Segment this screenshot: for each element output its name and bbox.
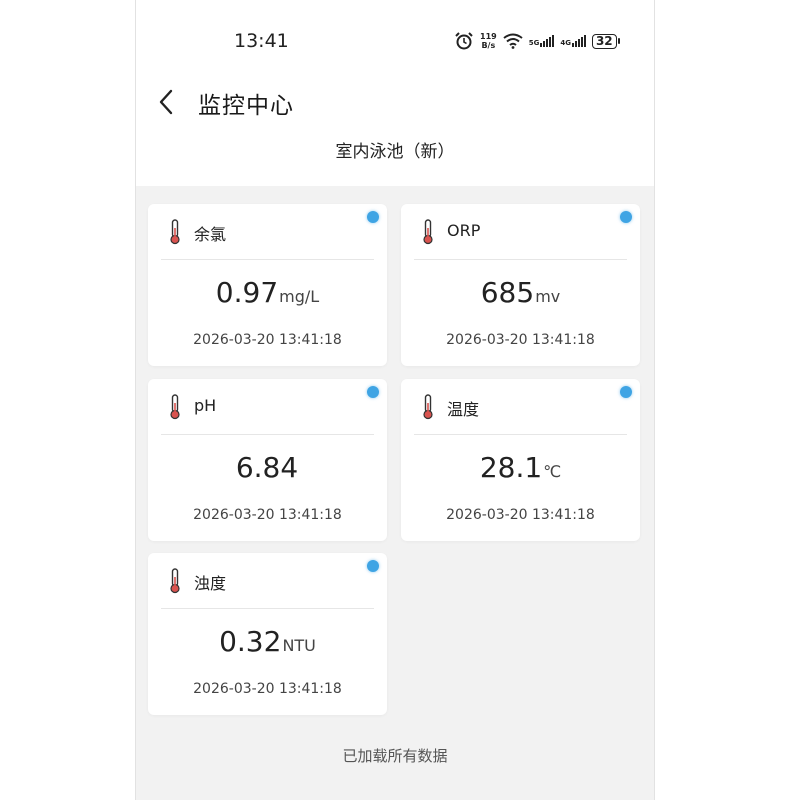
- sensor-unit: NTU: [282, 636, 316, 655]
- wifi-icon: [503, 33, 523, 49]
- status-dot: [620, 211, 632, 223]
- sensor-value: 0.97: [215, 276, 279, 309]
- thermometer-icon: [170, 394, 180, 420]
- thermometer-icon: [170, 219, 180, 245]
- sensor-reading: 6.84: [148, 451, 387, 484]
- sensor-timestamp: 2026-03-20 13:41:18: [193, 681, 342, 697]
- sensor-timestamp: 2026-03-20 13:41:18: [446, 332, 595, 348]
- page-title: 监控中心: [198, 93, 294, 119]
- net-speed-value: 119: [480, 32, 497, 41]
- sensor-card-ph[interactable]: pH 6.84 2026-03-20 13:41:18: [148, 379, 387, 541]
- divider: [414, 259, 627, 260]
- load-complete-text: 已加载所有数据: [342, 747, 448, 765]
- thermometer-icon: [170, 568, 180, 594]
- sensor-unit: mv: [535, 287, 561, 306]
- sensor-value: 28.1: [479, 451, 543, 484]
- top-header: 13:41 119 B/s 5G 4G 32 监控中心 室内泳池（新）: [136, 0, 654, 186]
- divider: [161, 259, 374, 260]
- sensor-value: 0.32: [219, 625, 282, 658]
- sensor-card-residual-chlorine[interactable]: 余氯 0.97mg/L 2026-03-20 13:41:18: [148, 204, 387, 366]
- sensor-unit: mg/L: [279, 287, 320, 306]
- sensor-reading: 0.97mg/L: [148, 276, 387, 309]
- alarm-icon: [455, 32, 473, 50]
- thermometer-icon: [423, 219, 433, 245]
- status-dot: [367, 386, 379, 398]
- sensor-value: 685: [480, 276, 535, 309]
- status-time: 13:41: [234, 30, 289, 52]
- status-icons: 119 B/s 5G 4G 32: [454, 30, 620, 52]
- sensor-card-turbidity[interactable]: 浊度 0.32NTU 2026-03-20 13:41:18: [148, 553, 387, 715]
- net-speed: 119 B/s: [480, 32, 497, 50]
- net-speed-unit: B/s: [481, 41, 496, 50]
- thermometer-icon: [423, 394, 433, 420]
- divider: [161, 434, 374, 435]
- sensor-value: 6.84: [235, 451, 299, 484]
- sensor-name: 浊度: [194, 574, 227, 593]
- status-dot: [620, 386, 632, 398]
- signal-5g-label: 5G: [528, 39, 540, 47]
- battery-icon: 32: [591, 33, 620, 49]
- status-dot: [367, 211, 379, 223]
- signal-bars-4g: [571, 35, 586, 47]
- sensor-reading: 0.32NTU: [148, 625, 387, 658]
- signal-bars-5g: [540, 35, 555, 47]
- divider: [161, 608, 374, 609]
- sensor-name: pH: [194, 396, 217, 415]
- status-dot: [367, 560, 379, 572]
- sensor-timestamp: 2026-03-20 13:41:18: [446, 507, 595, 523]
- divider: [414, 434, 627, 435]
- sensor-reading: 28.1℃: [401, 451, 640, 484]
- page-subtitle: 室内泳池（新）: [335, 142, 455, 162]
- sensor-card-orp[interactable]: ORP 685mv 2026-03-20 13:41:18: [401, 204, 640, 366]
- signal-icon-5g: 5G: [529, 35, 555, 47]
- battery-level: 32: [591, 33, 617, 49]
- sensor-name: 余氯: [194, 225, 227, 244]
- app-screen: 13:41 119 B/s 5G 4G 32 监控中心 室内泳池（新） 余氯 0…: [135, 0, 655, 800]
- sensor-name: 温度: [447, 400, 480, 419]
- sensor-card-temperature[interactable]: 温度 28.1℃ 2026-03-20 13:41:18: [401, 379, 640, 541]
- signal-4g-label: 4G: [560, 39, 571, 47]
- sensor-name: ORP: [447, 221, 481, 240]
- sensor-timestamp: 2026-03-20 13:41:18: [193, 332, 342, 348]
- sensor-timestamp: 2026-03-20 13:41:18: [193, 507, 342, 523]
- back-arrow-icon[interactable]: [154, 88, 182, 116]
- sensor-reading: 685mv: [401, 276, 640, 309]
- signal-icon-4g: 4G: [560, 35, 586, 47]
- sensor-unit: ℃: [543, 462, 562, 481]
